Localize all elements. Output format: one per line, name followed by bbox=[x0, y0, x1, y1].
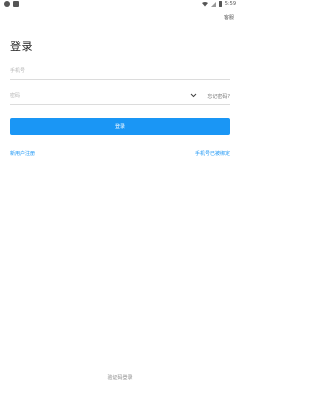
chat-notification-icon bbox=[4, 1, 10, 7]
wifi-icon bbox=[201, 1, 208, 6]
password-input[interactable] bbox=[10, 92, 160, 100]
login-button[interactable]: 登录 bbox=[10, 118, 230, 135]
status-bar: 5:59 bbox=[0, 0, 240, 9]
phone-bound-login-link[interactable]: 手机号已被绑定 bbox=[195, 150, 230, 157]
battery-icon bbox=[218, 1, 222, 7]
signal-icon bbox=[210, 1, 216, 7]
page-title: 登录 bbox=[10, 40, 33, 53]
show-password-toggle-icon[interactable] bbox=[190, 93, 197, 98]
verification-code-login-link[interactable]: 验证码登录 bbox=[0, 374, 240, 381]
status-time: 5:59 bbox=[224, 1, 236, 7]
password-field: 忘记密码? bbox=[10, 87, 230, 105]
forgot-password-link[interactable]: 忘记密码? bbox=[207, 93, 230, 100]
customer-service-link[interactable]: 客服 bbox=[224, 14, 234, 21]
register-link[interactable]: 新用户注册 bbox=[10, 150, 35, 157]
status-right: 5:59 bbox=[201, 1, 236, 7]
app-notification-icon bbox=[13, 1, 19, 7]
phone-input[interactable] bbox=[10, 67, 160, 75]
status-notifications bbox=[4, 1, 19, 7]
phone-field bbox=[10, 62, 230, 80]
